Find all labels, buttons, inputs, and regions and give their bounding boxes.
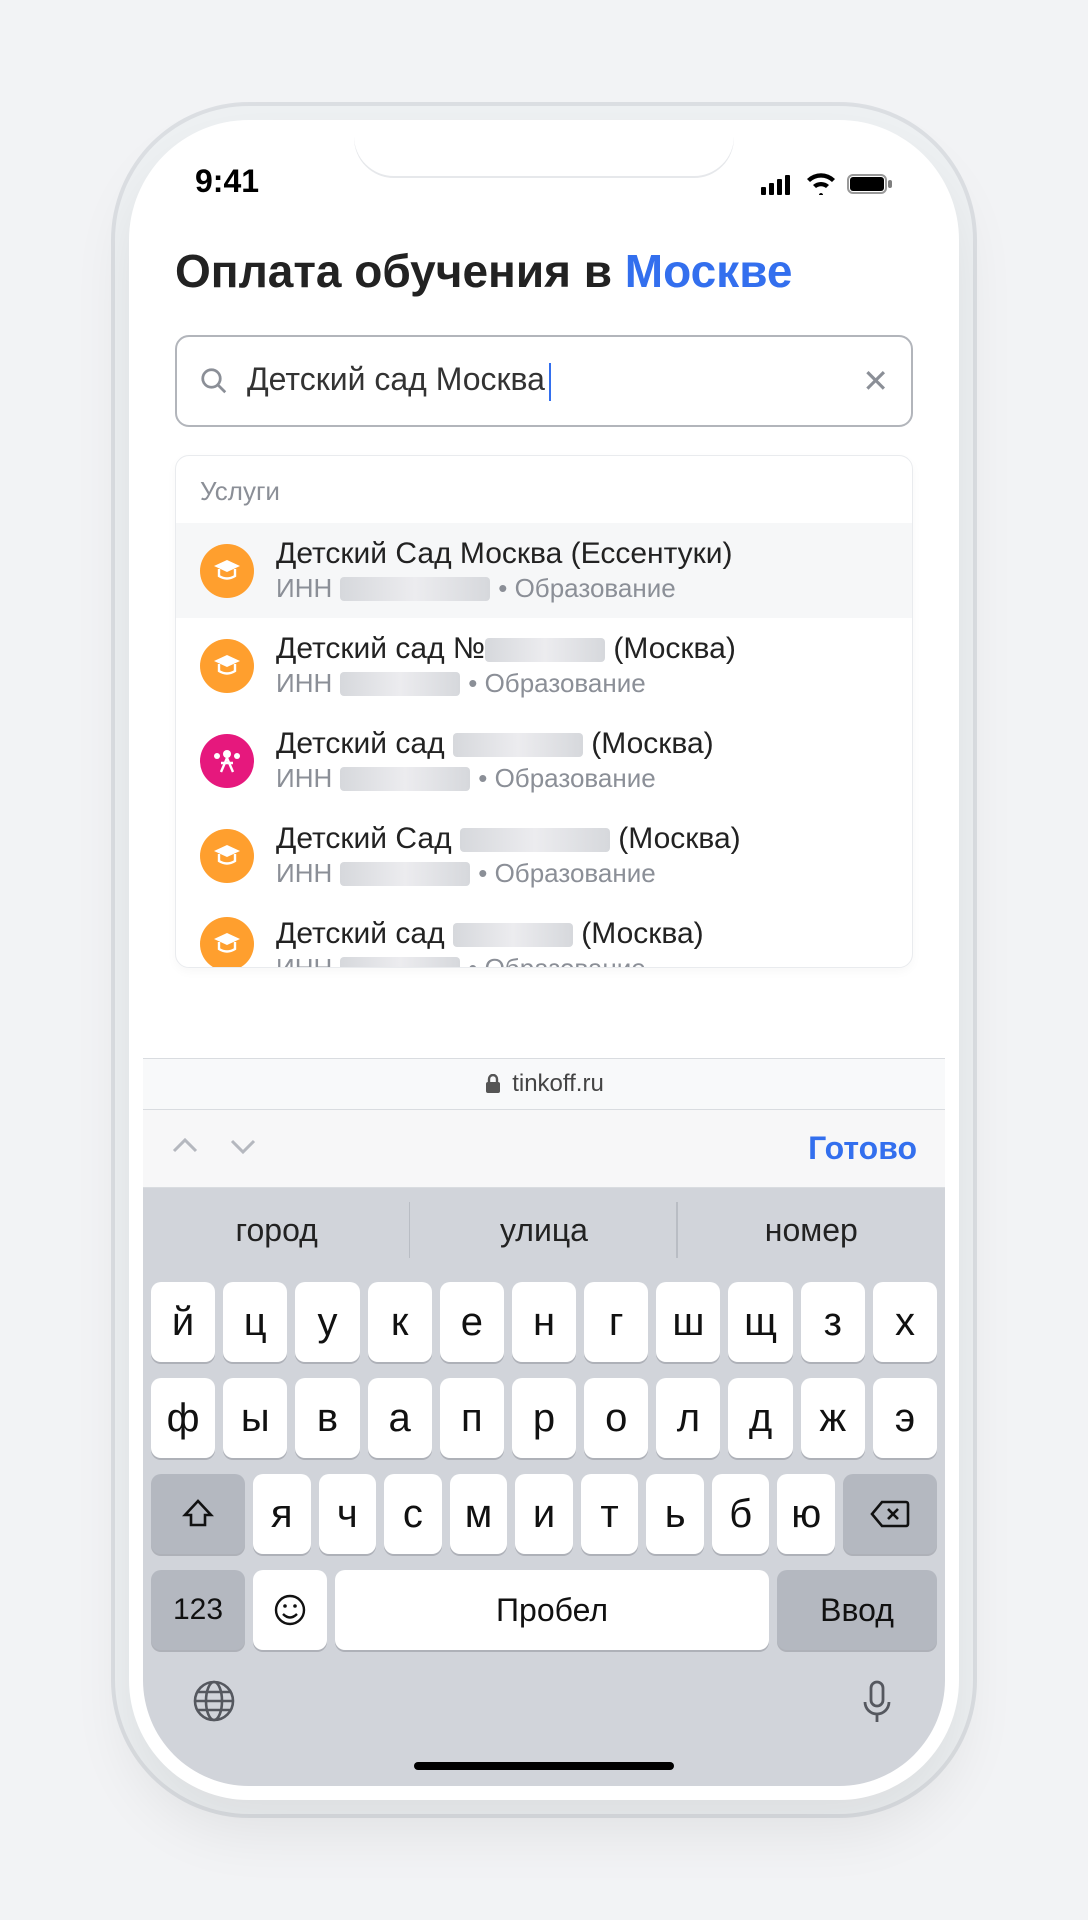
key-к[interactable]: к <box>368 1282 432 1362</box>
device-notch <box>354 120 734 178</box>
key-р[interactable]: р <box>512 1378 576 1458</box>
key-с[interactable]: с <box>384 1474 442 1554</box>
page-title-prefix: Оплата обучения в <box>175 245 625 297</box>
key-ч[interactable]: ч <box>319 1474 377 1554</box>
key-в[interactable]: в <box>295 1378 359 1458</box>
education-icon <box>200 829 254 883</box>
dropdown-item-subtitle: ИНН• Образование <box>276 858 888 889</box>
prev-field-button[interactable] <box>171 1136 199 1161</box>
next-field-button[interactable] <box>229 1136 257 1161</box>
key-emoji[interactable] <box>253 1570 327 1650</box>
search-field-wrap[interactable]: Детский сад Москва ✕ <box>175 335 913 427</box>
dropdown-item-text: Детский Сад Москва (Ессентуки)ИНН• Образ… <box>276 537 888 604</box>
wifi-icon <box>805 173 837 200</box>
clear-search-button[interactable]: ✕ <box>862 362 889 400</box>
key-ж[interactable]: ж <box>801 1378 865 1458</box>
cellular-icon <box>761 173 795 200</box>
search-input-value: Детский сад Москва <box>247 361 545 397</box>
key-г[interactable]: г <box>584 1282 648 1362</box>
key-ц[interactable]: ц <box>223 1282 287 1362</box>
dropdown-item-title: Детский сад (Москва) <box>276 917 888 951</box>
key-л[interactable]: л <box>656 1378 720 1458</box>
suggestion-3[interactable]: номер <box>678 1188 945 1272</box>
dropdown-item-title: Детский сад № (Москва) <box>276 632 888 666</box>
dropdown-item[interactable]: Детский сад (Москва)ИНН• Образование <box>176 713 912 808</box>
key-backspace[interactable] <box>843 1474 937 1554</box>
key-б[interactable]: б <box>712 1474 770 1554</box>
keyboard-done-button[interactable]: Готово <box>808 1130 917 1167</box>
dropdown-item-text: Детский Сад (Москва)ИНН• Образование <box>276 822 888 889</box>
dropdown-item-text: Детский сад № (Москва)ИНН• Образование <box>276 632 888 699</box>
key-щ[interactable]: щ <box>728 1282 792 1362</box>
mic-icon[interactable] <box>857 1678 897 1731</box>
dropdown-item-subtitle: ИНН• Образование <box>276 763 888 794</box>
dropdown-list[interactable]: Детский Сад Москва (Ессентуки)ИНН• Образ… <box>176 523 912 967</box>
search-icon <box>199 366 229 396</box>
keyboard: йцукенгшщзх фывапролджэ ячсмитьбю 123 Пр… <box>143 1272 945 1666</box>
education-icon <box>200 639 254 693</box>
dropdown-item-subtitle: ИНН• Образование <box>276 953 888 967</box>
home-indicator[interactable] <box>414 1762 674 1770</box>
key-ы[interactable]: ы <box>223 1378 287 1458</box>
page-title: Оплата обучения в Москве <box>175 244 913 299</box>
url-domain: tinkoff.ru <box>512 1070 604 1098</box>
key-и[interactable]: и <box>515 1474 573 1554</box>
key-м[interactable]: м <box>450 1474 508 1554</box>
key-д[interactable]: д <box>728 1378 792 1458</box>
dropdown-section-label: Услуги <box>176 456 912 523</box>
key-о[interactable]: о <box>584 1378 648 1458</box>
keyboard-toolbar: Готово <box>143 1110 945 1188</box>
key-у[interactable]: у <box>295 1282 359 1362</box>
dropdown-item-title: Детский Сад (Москва) <box>276 822 888 856</box>
key-shift[interactable] <box>151 1474 245 1554</box>
key-а[interactable]: а <box>368 1378 432 1458</box>
dropdown-item[interactable]: Детский сад № (Москва)ИНН• Образование <box>176 618 912 713</box>
lock-icon <box>484 1074 502 1094</box>
key-х[interactable]: х <box>873 1282 937 1362</box>
dropdown-item[interactable]: Детский Сад Москва (Ессентуки)ИНН• Образ… <box>176 523 912 618</box>
browser-url-bar[interactable]: tinkoff.ru <box>143 1058 945 1110</box>
keyboard-suggestions-row: город улица номер <box>143 1188 945 1272</box>
dropdown-item-title: Детский сад (Москва) <box>276 727 888 761</box>
status-time: 9:41 <box>195 163 259 200</box>
phone-frame: 9:41 Оплата обучения в Москве <box>129 120 959 1800</box>
page-content: Оплата обучения в Москве Детский сад Мос… <box>143 204 945 968</box>
dropdown-item-text: Детский сад (Москва)ИНН• Образование <box>276 727 888 794</box>
dropdown-item-title: Детский Сад Москва (Ессентуки) <box>276 537 888 571</box>
page-title-city[interactable]: Москве <box>625 245 793 297</box>
dropdown-item-text: Детский сад (Москва) ИНН• Образование <box>276 917 888 967</box>
key-т[interactable]: т <box>581 1474 639 1554</box>
dropdown-item[interactable]: Детский Сад (Москва)ИНН• Образование <box>176 808 912 903</box>
key-й[interactable]: й <box>151 1282 215 1362</box>
form-nav-arrows <box>171 1136 257 1161</box>
screen: 9:41 Оплата обучения в Москве <box>143 134 945 1786</box>
suggestions-dropdown: Услуги Детский Сад Москва (Ессентуки)ИНН… <box>175 455 913 968</box>
key-н[interactable]: н <box>512 1282 576 1362</box>
key-enter[interactable]: Ввод <box>777 1570 937 1650</box>
suggestion-2[interactable]: улица <box>410 1188 677 1272</box>
globe-icon[interactable] <box>191 1678 237 1729</box>
key-ю[interactable]: ю <box>777 1474 835 1554</box>
key-з[interactable]: з <box>801 1282 865 1362</box>
suggestion-1[interactable]: город <box>143 1188 410 1272</box>
text-caret <box>549 363 551 401</box>
key-ф[interactable]: ф <box>151 1378 215 1458</box>
dropdown-item-subtitle: ИНН• Образование <box>276 573 888 604</box>
key-п[interactable]: п <box>440 1378 504 1458</box>
key-space[interactable]: Пробел <box>335 1570 769 1650</box>
education-icon <box>200 544 254 598</box>
key-ш[interactable]: ш <box>656 1282 720 1362</box>
key-numbers[interactable]: 123 <box>151 1570 245 1650</box>
battery-icon <box>847 173 893 200</box>
status-icons <box>761 173 893 200</box>
education-icon <box>200 734 254 788</box>
dropdown-item-subtitle: ИНН• Образование <box>276 668 888 699</box>
dropdown-item[interactable]: Детский сад (Москва) ИНН• Образование <box>176 903 912 967</box>
search-input[interactable]: Детский сад Москва <box>247 361 844 401</box>
key-э[interactable]: э <box>873 1378 937 1458</box>
key-е[interactable]: е <box>440 1282 504 1362</box>
key-я[interactable]: я <box>253 1474 311 1554</box>
key-ь[interactable]: ь <box>646 1474 704 1554</box>
education-icon <box>200 917 254 967</box>
